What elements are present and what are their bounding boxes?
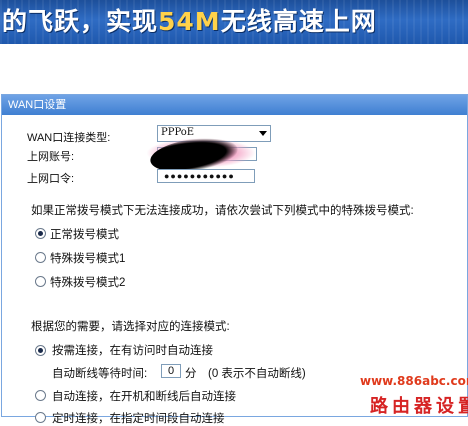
connect-scheduled-label: 定时连接，在指定时间段自动连接	[52, 413, 225, 425]
watermark: www.886abc.com 路由器设置	[355, 372, 468, 417]
chevron-down-icon	[259, 131, 267, 136]
idle-time-input[interactable]: 0	[161, 364, 181, 378]
dial-mode-special1-label: 特殊拨号模式1	[50, 253, 126, 265]
password-input[interactable]: ●●●●●●●●●●●	[157, 169, 255, 183]
connect-on-demand-radio[interactable]	[35, 345, 46, 356]
connect-mode-hint: 根据您的需要，请选择对应的连接模式:	[31, 321, 230, 333]
account-label: 上网账号:	[27, 151, 75, 163]
idle-time-unit: 分	[185, 368, 197, 380]
dial-mode-special2-radio[interactable]	[35, 276, 46, 287]
password-label: 上网口令:	[27, 173, 75, 185]
connect-scheduled-radio[interactable]	[35, 412, 46, 423]
banner-text-highlight: 54M	[158, 7, 221, 36]
wan-type-value: PPPoE	[161, 127, 195, 138]
idle-time-label: 自动断线等待时间:	[52, 368, 148, 380]
dial-mode-special1-radio[interactable]	[35, 252, 46, 263]
dial-mode-normal-label: 正常拨号模式	[50, 229, 119, 241]
watermark-name: 路由器设置	[370, 396, 468, 417]
dial-mode-special2-label: 特殊拨号模式2	[50, 277, 126, 289]
watermark-url: www.886abc.com	[360, 374, 468, 388]
connect-auto-radio[interactable]	[35, 390, 46, 401]
banner-text-prefix: 的飞跃，实现	[2, 7, 159, 36]
dial-mode-hint: 如果正常拨号模式下无法连接成功，请依次尝试下列模式中的特殊拨号模式:	[31, 205, 414, 217]
wan-type-label: WAN口连接类型:	[27, 132, 111, 144]
connect-on-demand-label: 按需连接，在有访问时自动连接	[52, 345, 213, 357]
dial-mode-normal-radio[interactable]	[35, 228, 46, 239]
connect-auto-label: 自动连接，在开机和断线后自动连接	[52, 391, 236, 403]
banner-text-suffix: 无线高速上网	[220, 7, 377, 36]
banner-text: 的飞跃，实现54M无线高速上网	[2, 2, 377, 38]
panel-title: WAN口设置	[2, 95, 467, 115]
banner: 的飞跃，实现54M无线高速上网	[0, 0, 468, 44]
idle-time-note: (0 表示不自动断线)	[208, 368, 306, 380]
